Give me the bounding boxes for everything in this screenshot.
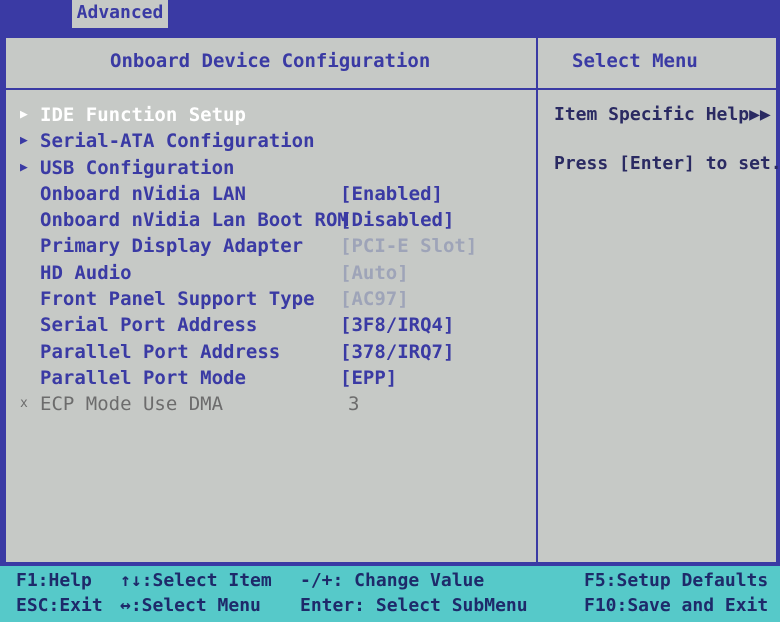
disabled-marker-icon: x [20,396,28,412]
menu-item-label: Primary Display Adapter [40,235,304,258]
menu-item-hd-audio[interactable]: HD Audio [Auto] [18,260,528,286]
key-help: F1:Help [16,570,92,591]
tab-advanced[interactable]: Advanced [72,0,168,28]
menu-item-label: HD Audio [40,261,132,284]
menu-item-ide-function-setup[interactable]: ▶ IDE Function Setup [18,102,528,128]
key-save-exit: F10:Save and Exit [584,595,769,616]
menu-item-usb-configuration[interactable]: ▶ USB Configuration [18,155,528,181]
key-exit: ESC:Exit [16,595,103,616]
menu-item-parallel-port-mode[interactable]: Parallel Port Mode [EPP] [18,365,528,391]
top-bar: Advanced [0,0,780,28]
menu-item-label: ECP Mode Use DMA [40,393,224,416]
menu-item-front-panel-support-type[interactable]: Front Panel Support Type [AC97] [18,286,528,312]
key-change-value: -/+: Change Value [300,570,485,591]
menu-item-value[interactable]: [Enabled] [340,181,443,207]
settings-menu: ▶ IDE Function Setup ▶ Serial-ATA Config… [18,102,528,418]
menu-item-value[interactable]: [3F8/IRQ4] [340,312,454,338]
menu-item-value[interactable]: [EPP] [340,365,397,391]
menu-item-value[interactable]: [AC97] [340,286,409,312]
menu-item-label: Serial Port Address [40,314,258,337]
menu-item-primary-display-adapter[interactable]: Primary Display Adapter [PCI-E Slot] [18,233,528,259]
menu-item-label: USB Configuration [40,156,235,179]
menu-item-onboard-nvidia-lan-boot-rom[interactable]: Onboard nVidia Lan Boot ROM [Disabled] [18,207,528,233]
menu-item-ecp-mode-use-dma: x ECP Mode Use DMA 3 [18,391,528,417]
menu-item-value[interactable]: [PCI-E Slot] [340,233,477,259]
menu-item-value: 3 [348,393,360,416]
menu-item-label: Onboard nVidia LAN [40,182,246,205]
menu-item-parallel-port-address[interactable]: Parallel Port Address [378/IRQ7] [18,339,528,365]
menu-item-label: Parallel Port Address [40,340,281,363]
menu-item-value[interactable]: [Auto] [340,260,409,286]
help-panel: Item Specific Help▶▶ Press [Enter] to se… [554,104,780,174]
menu-item-onboard-nvidia-lan[interactable]: Onboard nVidia LAN [Enabled] [18,181,528,207]
panel-divider [536,36,538,564]
menu-item-label: Onboard nVidia Lan Boot ROM [40,209,349,232]
key-setup-defaults: F5:Setup Defaults [584,570,769,591]
help-title: Select Menu [572,50,698,72]
page-title: Onboard Device Configuration [110,50,431,72]
menu-item-label: Parallel Port Mode [40,366,246,389]
menu-item-value[interactable]: [Disabled] [340,207,454,233]
menu-item-label: Front Panel Support Type [40,288,315,311]
submenu-arrow-icon: ▶ [20,159,28,175]
menu-item-serial-ata-configuration[interactable]: ▶ Serial-ATA Configuration [18,128,528,154]
help-heading: Item Specific Help▶▶ [554,104,771,125]
submenu-arrow-icon: ▶ [20,107,28,122]
menu-item-serial-port-address[interactable]: Serial Port Address [3F8/IRQ4] [18,312,528,338]
menu-item-label: IDE Function Setup [40,104,246,126]
menu-item-value[interactable]: [378/IRQ7] [340,339,454,365]
submenu-arrow-icon: ▶ [20,133,28,149]
key-select-item: ↑↓:Select Item [120,570,272,591]
footer-keys: F1:Help ESC:Exit ↑↓:Select Item ↔:Select… [0,566,780,622]
key-select-menu: ↔:Select Menu [120,595,261,616]
menu-item-label: Serial-ATA Configuration [40,130,315,153]
key-select-submenu: Enter: Select SubMenu [300,595,528,616]
help-text: Press [Enter] to set. [554,153,780,174]
